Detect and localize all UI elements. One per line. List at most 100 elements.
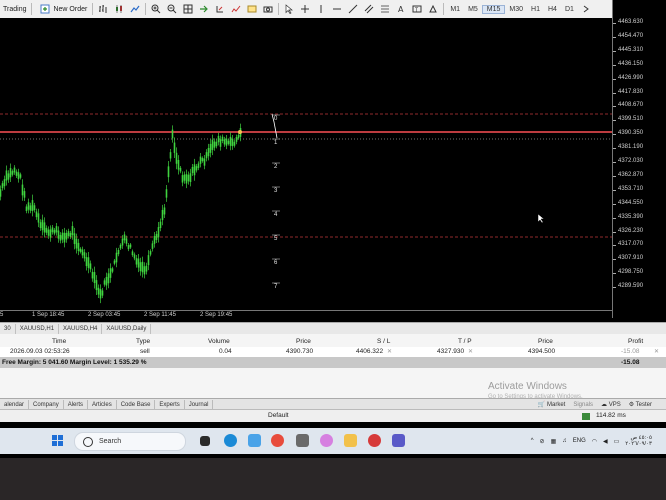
start-button[interactable] [52, 435, 64, 447]
candle-body [11, 171, 14, 175]
teams-icon[interactable] [392, 434, 405, 447]
edge-icon[interactable] [224, 434, 237, 447]
col-type[interactable]: Type [136, 338, 150, 345]
close-position-icon[interactable]: ✕ [654, 348, 659, 355]
col-time[interactable]: Time [52, 338, 66, 345]
chart-shift-icon[interactable] [215, 4, 225, 14]
price-chart[interactable]: 01234567 [0, 18, 612, 310]
toolbar-divider [443, 3, 445, 15]
tf-h1[interactable]: H1 [527, 6, 544, 13]
fibonacci-icon[interactable] [380, 4, 390, 14]
system-tray: ^ ⊘ ▦ ♫ ENG ◠ ◀ ▭ ٤٥:٠٥ ص ٢٠٢٦/٠٩/٠٣ [531, 433, 652, 449]
tf-m1[interactable]: M1 [446, 6, 464, 13]
horizontal-line-icon[interactable] [332, 4, 342, 14]
order-marker-icon[interactable] [238, 130, 242, 134]
col-sl[interactable]: S / L [377, 338, 390, 345]
zoom-out-icon[interactable] [167, 4, 177, 14]
candle-body [229, 136, 232, 146]
tab-chart-30[interactable]: 30 [0, 323, 16, 334]
trading-button[interactable]: Trading [0, 1, 29, 17]
signals-link[interactable]: Signals [573, 402, 593, 408]
row-sl[interactable]: 4406.322 [356, 348, 383, 355]
tab-xauusd-h4[interactable]: XAUUSD,H4 [59, 323, 103, 334]
task-view-icon[interactable] [200, 436, 210, 446]
chrome-icon[interactable] [271, 434, 284, 447]
cursor-icon[interactable] [284, 4, 294, 14]
vertical-line-icon[interactable] [316, 4, 326, 14]
app-icon[interactable]: ▦ [551, 438, 557, 445]
battery-icon[interactable]: ▭ [614, 438, 620, 445]
candle-body [33, 205, 36, 211]
price-axis-label: 4445.310 [618, 46, 644, 53]
col-tp[interactable]: T / P [458, 338, 472, 345]
tab-articles[interactable]: Articles [88, 399, 117, 410]
remove-sl-icon[interactable]: ✕ [387, 348, 392, 355]
candle-body [97, 287, 100, 295]
price-axis-tick [613, 287, 616, 289]
app-icon[interactable] [368, 434, 381, 447]
candlestick-icon[interactable] [114, 4, 124, 14]
wifi-icon[interactable]: ◠ [592, 438, 597, 445]
equidistant-channel-icon[interactable] [364, 4, 374, 14]
app-icon[interactable]: ⊘ [540, 438, 545, 445]
zoom-in-icon[interactable] [151, 4, 161, 14]
candle-body [235, 137, 238, 142]
taskbar-search[interactable]: Search [74, 432, 186, 451]
connection-icon [582, 413, 590, 420]
tab-alerts[interactable]: Alerts [64, 399, 89, 410]
clock[interactable]: ٤٥:٠٥ ص ٢٠٢٦/٠٩/٠٣ [625, 435, 652, 447]
trendline-icon[interactable] [348, 4, 358, 14]
tab-calendar[interactable]: alendar [0, 399, 30, 410]
col-price[interactable]: Price [296, 338, 311, 345]
tab-journal[interactable]: Journal [185, 399, 214, 410]
tf-m15[interactable]: M15 [481, 4, 506, 14]
table-row[interactable]: 2026.09.03 02:53:26 sell 0.04 4390.730 4… [0, 347, 666, 357]
windows-logo-icon [52, 435, 57, 440]
chevron-right-icon[interactable] [581, 4, 591, 14]
col-current-price[interactable]: Price [538, 338, 553, 345]
crosshair-icon[interactable] [300, 4, 310, 14]
row-tp[interactable]: 4327.930 [437, 348, 464, 355]
vps-link[interactable]: ☁ VPS [601, 401, 621, 408]
candle-body [135, 258, 138, 265]
tf-m5[interactable]: M5 [464, 6, 482, 13]
screenshot-icon[interactable] [263, 4, 273, 14]
chevron-up-icon[interactable]: ^ [531, 438, 534, 444]
tab-experts[interactable]: Experts [155, 399, 185, 410]
candle-body [201, 157, 204, 162]
col-volume[interactable]: Volume [208, 338, 230, 345]
bar-chart-icon[interactable] [98, 4, 108, 14]
volume-icon[interactable]: ◀ [603, 438, 608, 445]
app-icon[interactable] [248, 434, 261, 447]
tester-link[interactable]: ⚙ Tester [629, 401, 652, 408]
tester-label: Tester [635, 402, 652, 408]
app-icon[interactable] [296, 434, 309, 447]
text-icon[interactable]: A [396, 4, 406, 14]
text-label-icon[interactable]: T [412, 4, 422, 14]
market-link[interactable]: 🛒 Market [538, 401, 565, 408]
price-axis-label: 4344.550 [618, 199, 644, 206]
language-indicator[interactable]: ENG [573, 438, 586, 444]
tab-code-base[interactable]: Code Base [117, 399, 156, 410]
tab-xauusd-h1[interactable]: XAUUSD,H1 [16, 323, 60, 334]
tab-company[interactable]: Company [29, 399, 64, 410]
line-chart-icon[interactable] [130, 4, 140, 14]
tf-m30[interactable]: M30 [505, 6, 527, 13]
new-order-icon [40, 4, 50, 14]
windows-logo-icon [58, 435, 63, 440]
shapes-icon[interactable] [428, 4, 438, 14]
col-profit[interactable]: Profit [628, 338, 643, 345]
remove-tp-icon[interactable]: ✕ [468, 348, 473, 355]
file-explorer-icon[interactable] [344, 434, 357, 447]
new-order-button[interactable]: New Order [34, 1, 90, 17]
grid-icon[interactable] [183, 4, 193, 14]
app-icon[interactable]: ♫ [562, 438, 567, 444]
tf-d1[interactable]: D1 [561, 6, 578, 13]
copilot-icon[interactable] [320, 434, 333, 447]
indicators-icon[interactable] [231, 4, 241, 14]
templates-icon[interactable] [247, 4, 257, 14]
tf-h4[interactable]: H4 [544, 6, 561, 13]
profile-name[interactable]: Default [268, 412, 289, 419]
autoscroll-icon[interactable] [199, 4, 209, 14]
tab-xauusd-daily[interactable]: XAUUSD,Daily [102, 323, 152, 334]
